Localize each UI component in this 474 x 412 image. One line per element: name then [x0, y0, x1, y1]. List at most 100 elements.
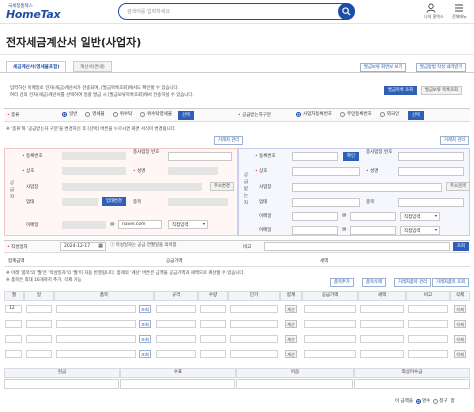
item-spec-input[interactable]: [156, 335, 196, 343]
write-date-input[interactable]: 2024-12-17 ▦: [60, 242, 106, 251]
item-tax-input[interactable]: [360, 305, 404, 313]
item-month-input[interactable]: 12: [5, 305, 22, 313]
item-lookup-button[interactable]: 조회: [139, 335, 151, 343]
type-option-consignment-zero[interactable]: 위수탁영세율: [140, 111, 172, 117]
buyer-type-select-button[interactable]: 선택: [408, 111, 424, 120]
item-delete-button[interactable]: 삭제: [454, 335, 466, 343]
item-day-input[interactable]: [26, 335, 52, 343]
item-delete-button[interactable]: 삭제: [454, 320, 466, 328]
buyer-email2-domain-input[interactable]: [350, 226, 396, 235]
item-tax-input[interactable]: [360, 350, 404, 358]
buyer-address-input[interactable]: [292, 183, 442, 192]
issued-list-button[interactable]: 발급목록 조회: [384, 86, 418, 95]
add-item-button[interactable]: 품목추가: [330, 278, 354, 287]
item-calc-button[interactable]: 계산: [285, 305, 297, 313]
item-tax-input[interactable]: [360, 335, 404, 343]
all-menu-button[interactable]: 전체메뉴: [452, 3, 467, 20]
item-note-input[interactable]: [408, 350, 448, 358]
buyer-biztype-input[interactable]: [292, 198, 360, 207]
item-supply-input[interactable]: [304, 350, 356, 358]
radio-bizno[interactable]: [296, 111, 301, 117]
radio-claim[interactable]: [433, 398, 439, 404]
buyer-regno-check-button[interactable]: 확인: [343, 152, 359, 161]
type-option-zero-rate[interactable]: 영세율: [85, 111, 105, 117]
item-supply-input[interactable]: [304, 320, 356, 328]
item-note-input[interactable]: [408, 305, 448, 313]
item-name-input[interactable]: [56, 320, 136, 328]
buyer-option-resident[interactable]: 주민등록번호: [339, 111, 372, 117]
item-month-input[interactable]: [5, 350, 22, 358]
supplier-email-domain-input[interactable]: naver.com: [118, 220, 162, 229]
client-item-manage-button[interactable]: 거래처품목 관리: [394, 278, 432, 287]
radio-resident[interactable]: [339, 111, 345, 117]
buyer-email2-select[interactable]: 직접입력 ▾: [400, 226, 440, 235]
buyer-bizitem-input[interactable]: [398, 198, 464, 207]
supplier-client-manage-button[interactable]: 거래처 관리: [214, 136, 244, 145]
radio-consignment-zero[interactable]: [140, 111, 146, 117]
buyer-email1-domain-input[interactable]: [350, 212, 396, 221]
pending-list-button[interactable]: 발급보류 목록조회: [421, 86, 462, 95]
radio-foreigner[interactable]: [379, 111, 385, 117]
search-bar[interactable]: 검색어를 입력하세요: [118, 3, 355, 20]
item-calc-button[interactable]: 계산: [285, 350, 297, 358]
view-pending-button[interactable]: 발급보류 화면보 보기: [360, 63, 407, 72]
hometax-logo[interactable]: HomeTax: [6, 8, 61, 21]
buyer-client-manage-button[interactable]: 거래처 관리: [440, 136, 470, 145]
item-supply-input[interactable]: [304, 305, 356, 313]
supplier-biztype-change-button[interactable]: 업태변경: [102, 197, 126, 206]
item-price-input[interactable]: [230, 335, 278, 343]
item-spec-input[interactable]: [156, 305, 196, 313]
item-delete-button[interactable]: 삭제: [454, 305, 466, 313]
buyer-email1-id-input[interactable]: [292, 212, 338, 221]
item-calc-button[interactable]: 계산: [285, 335, 297, 343]
type-select-button[interactable]: 선택: [178, 111, 194, 120]
buyer-option-bizno[interactable]: 사업자등록번호: [296, 111, 332, 117]
supplier-branch-input[interactable]: [168, 152, 232, 161]
payment-note-input[interactable]: [236, 379, 353, 389]
item-price-input[interactable]: [230, 350, 278, 358]
calendar-icon[interactable]: ▦: [98, 243, 103, 249]
item-qty-input[interactable]: [200, 320, 226, 328]
type-option-general[interactable]: 일반: [62, 111, 77, 117]
item-name-input[interactable]: [56, 305, 136, 313]
item-note-input[interactable]: [408, 335, 448, 343]
item-supply-input[interactable]: [304, 335, 356, 343]
receipt-option-paid[interactable]: 영수: [416, 398, 430, 404]
receipt-option-claim[interactable]: 청구: [433, 398, 448, 404]
delete-item-button[interactable]: 품목삭제: [362, 278, 386, 287]
item-price-input[interactable]: [230, 305, 278, 313]
buyer-branch-input[interactable]: [398, 152, 464, 161]
item-qty-input[interactable]: [200, 305, 226, 313]
supplier-email-select[interactable]: 직접입력 ▾: [168, 220, 208, 229]
radio-consignment[interactable]: [112, 111, 118, 117]
radio-paid[interactable]: [416, 398, 421, 404]
item-note-input[interactable]: [408, 320, 448, 328]
remarks-input[interactable]: [264, 242, 450, 251]
buyer-email2-id-input[interactable]: [292, 226, 338, 235]
payment-check-input[interactable]: [120, 379, 235, 389]
item-spec-input[interactable]: [156, 320, 196, 328]
item-qty-input[interactable]: [200, 350, 226, 358]
item-price-input[interactable]: [230, 320, 278, 328]
item-name-input[interactable]: [56, 335, 136, 343]
payment-cash-input[interactable]: [4, 379, 119, 389]
item-lookup-button[interactable]: 조회: [139, 350, 151, 358]
download-guide-button[interactable]: 발급방법 작성 내려받기: [416, 63, 467, 72]
remarks-lookup-button[interactable]: 조회: [453, 242, 469, 251]
radio-general[interactable]: [62, 111, 67, 117]
search-button[interactable]: [338, 3, 355, 20]
buyer-regno-input[interactable]: [292, 152, 338, 161]
buyer-option-foreigner[interactable]: 외국인: [379, 111, 399, 117]
client-item-lookup-button[interactable]: 거래처품목 조회: [432, 278, 470, 287]
item-month-input[interactable]: [5, 320, 22, 328]
my-hometax-button[interactable]: 나의 홈택스: [424, 3, 444, 20]
tab-invoice[interactable]: 계산서(면세): [73, 61, 112, 72]
item-name-input[interactable]: [56, 350, 136, 358]
buyer-email1-select[interactable]: 직접입력 ▾: [400, 212, 440, 221]
supplier-address-change-button[interactable]: 주소변경: [210, 182, 234, 191]
item-tax-input[interactable]: [360, 320, 404, 328]
type-option-consignment[interactable]: 위수탁: [112, 111, 132, 117]
item-day-input[interactable]: [26, 305, 52, 313]
search-input[interactable]: 검색어를 입력하세요: [127, 8, 170, 15]
item-day-input[interactable]: [26, 350, 52, 358]
